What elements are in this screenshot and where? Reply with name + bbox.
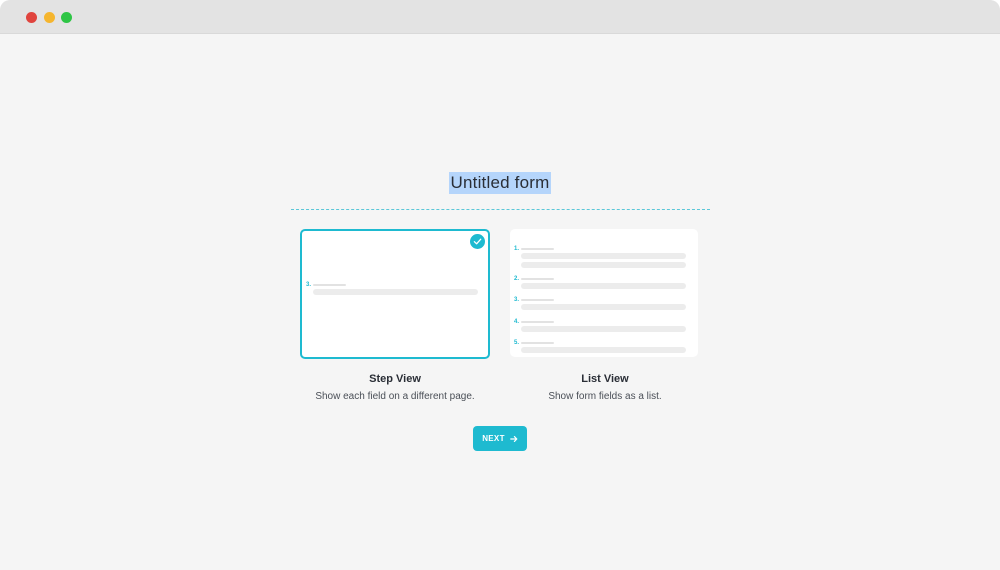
close-window-button[interactable]	[26, 12, 37, 23]
preview-field-input	[313, 289, 478, 295]
preview-field-number: 3.	[514, 297, 520, 303]
preview-field-number: 1.	[514, 246, 520, 252]
arrow-right-icon	[509, 435, 518, 442]
title-divider	[291, 209, 710, 210]
preview-field-label	[521, 299, 554, 301]
preview-field-label	[313, 284, 346, 286]
preview-field-input	[521, 326, 686, 332]
preview-field-input	[521, 262, 686, 268]
selected-check-icon	[470, 234, 485, 249]
list-view-description: Show form fields as a list.	[548, 391, 662, 402]
preview-field-input	[521, 304, 686, 310]
preview-field-input	[521, 253, 686, 259]
next-button[interactable]: NEXT	[473, 426, 527, 451]
preview-field-number: 5.	[514, 340, 520, 346]
list-view-card[interactable]: 1. 2. 3. 4. 5.	[510, 229, 698, 357]
preview-field-number: 3.	[306, 282, 312, 288]
form-title-container: Untitled form	[0, 172, 1000, 194]
preview-field-number: 2.	[514, 276, 520, 282]
maximize-window-button[interactable]	[61, 12, 72, 23]
list-view-title: List View	[581, 373, 629, 385]
form-title-input[interactable]: Untitled form	[448, 172, 552, 194]
window-titlebar	[0, 0, 1000, 34]
browser-window: Untitled form 3. 1. 2. 3. 4. 5. Step Vie…	[0, 0, 1000, 570]
preview-field-label	[521, 342, 554, 344]
preview-field-input	[521, 283, 686, 289]
minimize-window-button[interactable]	[44, 12, 55, 23]
step-view-title: Step View	[369, 373, 421, 385]
preview-field-label	[521, 321, 554, 323]
preview-field-number: 4.	[514, 319, 520, 325]
step-view-card[interactable]: 3.	[300, 229, 490, 359]
step-view-description: Show each field on a different page.	[315, 391, 475, 402]
preview-field-input	[521, 347, 686, 353]
preview-field-label	[521, 278, 554, 280]
next-button-label: NEXT	[482, 434, 505, 443]
preview-field-label	[521, 248, 554, 250]
